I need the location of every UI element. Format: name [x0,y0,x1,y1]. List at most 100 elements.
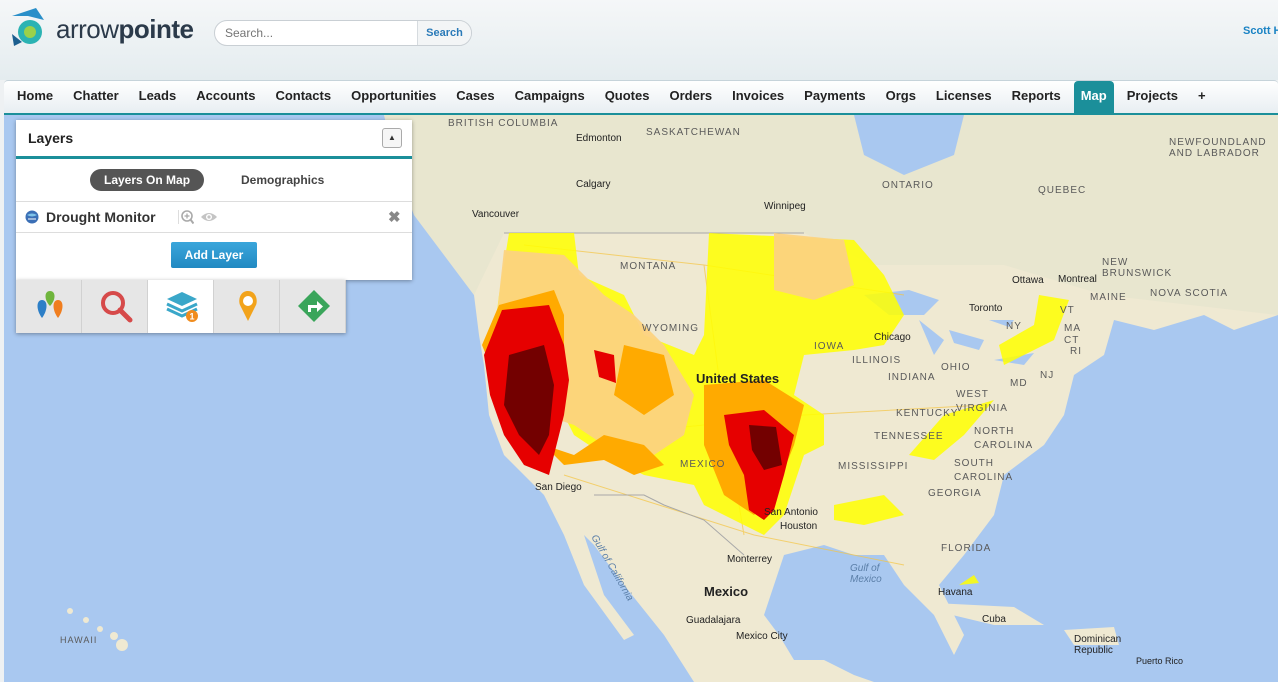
label-edmonton: Edmonton [576,133,622,144]
label-new-brunswick: NEW BRUNSWICK [1102,257,1173,279]
label-new-mexico: MEXICO [680,459,726,470]
tab-map[interactable]: Map [1073,81,1114,113]
label-monterrey: Monterrey [727,554,773,565]
label-vt: VT [1060,305,1075,316]
eye-icon[interactable] [200,210,218,224]
label-georgia: GEORGIA [928,488,982,499]
label-nova-scotia: NOVA SCOTIA [1150,288,1229,299]
label-montreal: Montreal [1058,274,1097,285]
tab-reports[interactable]: Reports [1002,81,1071,113]
label-north-carolina: NORTH CAROLINA [974,426,1034,451]
layers-icon: 1 [166,292,198,322]
label-houston: Houston [780,521,818,532]
map-markers-icon [37,291,63,318]
collapse-panel-button[interactable]: ▲ [382,128,402,148]
tab-home[interactable]: Home [7,81,63,113]
label-maine: MAINE [1090,292,1127,303]
tab-demographics[interactable]: Demographics [241,169,324,191]
tab-chatter[interactable]: Chatter [63,81,129,113]
tool-layers[interactable]: 1 [148,280,214,333]
arrowpointe-logo-icon[interactable] [8,6,48,50]
label-newfoundland: NEWFOUNDLAND AND LABRADOR [1169,137,1267,159]
globe-icon [25,210,39,224]
label-toronto: Toronto [969,303,1003,314]
label-ontario: ONTARIO [882,180,934,191]
tool-search[interactable] [82,280,148,333]
tab-licenses[interactable]: Licenses [926,81,1002,113]
tool-pin[interactable] [214,280,280,333]
pin-icon [239,291,257,321]
logo-text: arrowpointe [56,14,194,44]
label-winnipeg: Winnipeg [764,201,806,212]
map-tool-tabs: 1 [16,280,346,333]
global-search: Search [214,20,472,46]
label-wyoming: WYOMING [642,323,699,334]
label-kentucky: KENTUCKY [896,408,959,419]
search-input[interactable] [215,21,431,45]
tab-campaigns[interactable]: Campaigns [505,81,595,113]
label-ottawa: Ottawa [1012,275,1044,286]
tab-payments[interactable]: Payments [794,81,875,113]
label-md: MD [1010,378,1028,389]
label-mexico: Mexico [704,584,749,599]
add-tab-button[interactable]: + [1188,81,1216,113]
user-menu[interactable]: Scott H [1243,25,1278,37]
label-united-states: United States [696,371,780,386]
label-tennessee: TENNESSEE [874,431,944,442]
tab-orgs[interactable]: Orgs [876,81,926,113]
tab-cases[interactable]: Cases [446,81,504,113]
label-british-columbia: BRITISH COLUMBIA [448,118,559,129]
label-ny: NY [1006,321,1022,332]
label-illinois: ILLINOIS [852,355,902,366]
label-south-carolina: SOUTH CAROLINA [954,458,1014,483]
tab-leads[interactable]: Leads [129,81,187,113]
label-iowa: IOWA [814,341,845,352]
label-vancouver: Vancouver [472,209,520,220]
label-florida: FLORIDA [941,543,992,554]
label-ma: MA [1064,323,1081,334]
label-calgary: Calgary [576,179,611,190]
tool-directions[interactable] [280,280,346,333]
layers-panel-header: Layers ▲ [16,120,412,159]
label-west-virginia: WEST VIRGINIA [956,389,1008,414]
app-header: arrowpointe Search Scott H [0,0,1278,80]
tab-contacts[interactable]: Contacts [265,81,341,113]
search-button[interactable]: Search [417,21,471,45]
label-havana: Havana [938,587,973,598]
tab-invoices[interactable]: Invoices [722,81,794,113]
label-nj: NJ [1040,370,1055,381]
tab-projects[interactable]: Projects [1117,81,1188,113]
main-nav: Home Chatter Leads Accounts Contacts Opp… [4,80,1278,116]
label-puerto-rico: Puerto Rico [1136,656,1184,666]
label-mississippi: MISSISSIPPI [838,461,909,472]
tab-layers-on-map[interactable]: Layers On Map [90,169,205,191]
label-cuba: Cuba [982,614,1006,625]
add-layer-button[interactable]: Add Layer [171,242,257,268]
label-mexico-city: Mexico City [736,631,788,642]
label-ct: CT [1064,335,1080,346]
tab-quotes[interactable]: Quotes [595,81,660,113]
label-quebec: QUEBEC [1038,185,1087,196]
label-san-diego: San Diego [535,482,582,493]
tab-orders[interactable]: Orders [659,81,722,113]
layers-panel: Layers ▲ Layers On Map Demographics Drou… [16,120,412,280]
layer-row-drought-monitor[interactable]: Drought Monitor ✖ [16,202,412,233]
label-montana: MONTANA [620,261,677,272]
layer-name: Drought Monitor [46,209,156,225]
layers-panel-tabs: Layers On Map Demographics [16,159,412,202]
zoom-to-layer-icon[interactable] [178,209,194,225]
tab-accounts[interactable]: Accounts [186,81,265,113]
layers-count-badge: 1 [189,312,194,322]
tool-markers[interactable] [16,280,82,333]
label-saskatchewan: SASKATCHEWAN [646,127,741,138]
tab-opportunities[interactable]: Opportunities [341,81,446,113]
label-gulf-of-mexico: Gulf of Mexico [850,563,882,585]
search-icon [101,291,133,323]
label-indiana: INDIANA [888,372,936,383]
remove-layer-icon[interactable]: ✖ [388,208,401,226]
label-san-antonio: San Antonio [764,507,818,518]
label-dominican-republic: Dominican Republic [1074,634,1122,656]
label-chicago: Chicago [874,332,911,343]
label-ohio: OHIO [941,362,971,373]
layers-panel-title: Layers [28,130,74,146]
